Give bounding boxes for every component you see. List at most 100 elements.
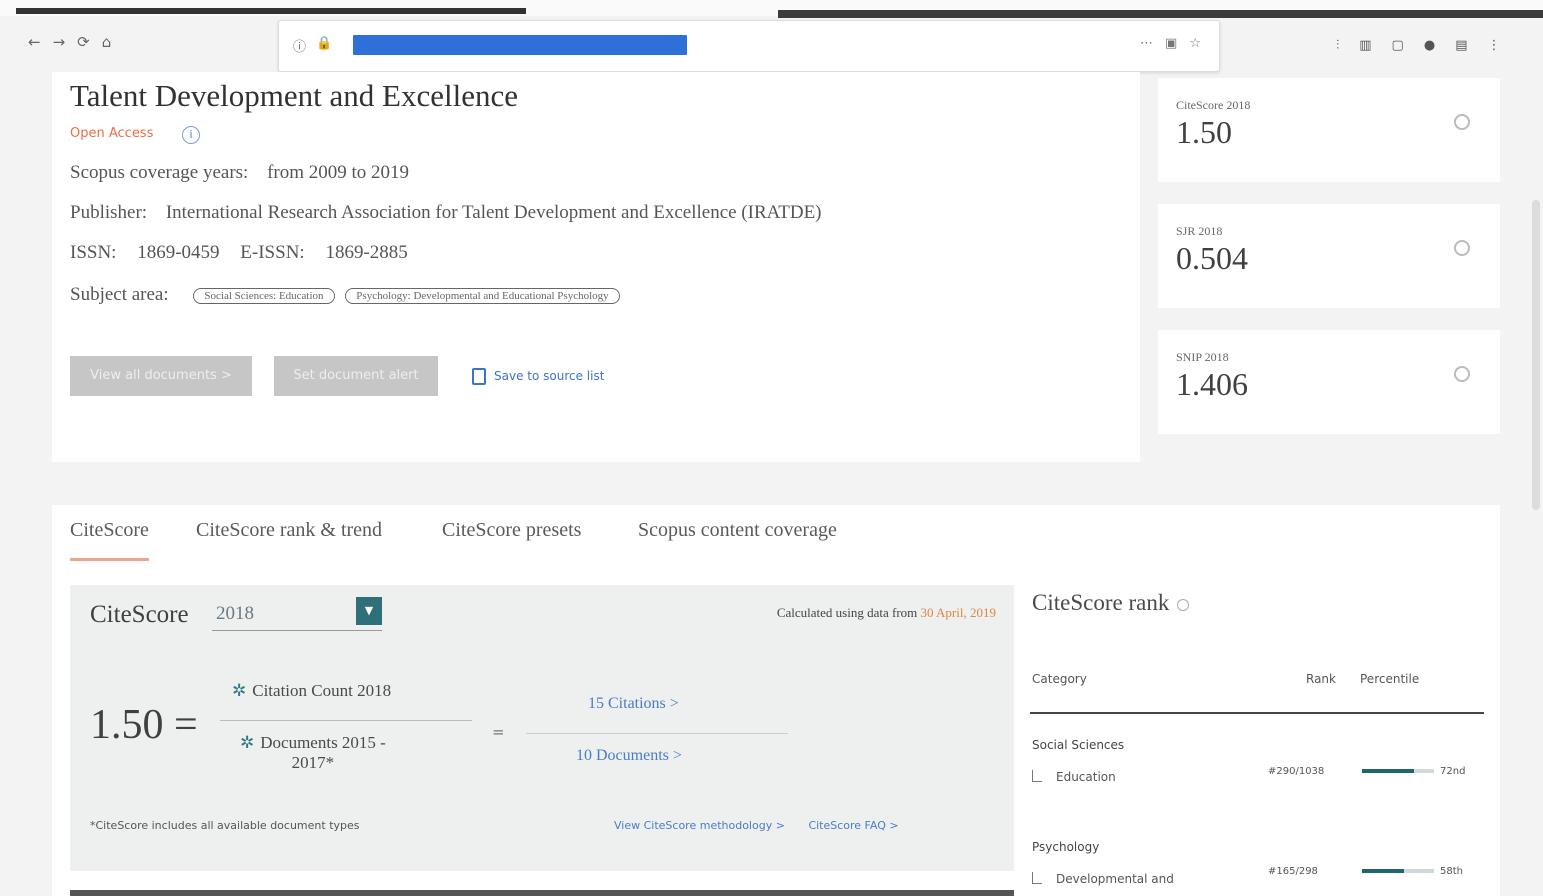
tab-scopus-content-coverage[interactable]: Scopus content coverage (638, 519, 837, 558)
citescore-footnote: *CiteScore includes all available docume… (90, 819, 360, 832)
library-icon[interactable]: ▥ (1359, 38, 1371, 53)
lock-icon[interactable]: 🔒 (316, 36, 332, 55)
tree-branch-icon (1032, 770, 1042, 782)
citescore-calculation-panel: CiteScore 2018 ▼ Calculated using data f… (70, 585, 1014, 871)
citescore-big-value: 1.50 = (90, 701, 198, 749)
metric-card-sjr: SJR 2018 0.504 (1158, 204, 1500, 308)
rank-subcategory: Developmental and (1032, 872, 1174, 886)
account-icon[interactable]: ● (1424, 38, 1435, 53)
bookmark-star-icon[interactable]: ☆ (1189, 36, 1201, 51)
home-icon[interactable]: ⌂ (102, 33, 112, 51)
citescore-value: 1.50 (90, 702, 164, 748)
journal-title: Talent Development and Excellence (70, 78, 518, 113)
page-scrollbar[interactable] (1532, 200, 1540, 510)
documents-link[interactable]: 10 Documents > (576, 747, 682, 765)
rank-subcategory-text: Education (1056, 770, 1116, 784)
footer-links: View CiteScore methodology > CiteScore F… (614, 819, 919, 832)
documents-label: ✲ Documents 2015 - 2017* (240, 733, 386, 773)
extension-icon[interactable]: ▤ (1455, 38, 1467, 53)
tab-bar-segment (16, 8, 526, 14)
publisher-value: International Research Association for T… (165, 202, 822, 223)
metric-info-icon[interactable] (1454, 114, 1470, 130)
percentile-value: 58th (1440, 866, 1463, 877)
denominator-text-1: Documents 2015 - (260, 733, 386, 752)
calculation-date: Calculated using data from 30 April, 201… (777, 605, 996, 621)
citescore-title: CiteScore (90, 601, 189, 628)
rank-col-percentile: Percentile (1360, 672, 1420, 686)
percentile-bar (1362, 869, 1434, 873)
open-access-badge: Open Access (70, 126, 154, 141)
info-icon[interactable]: ⓘ (293, 36, 306, 55)
equals-sign-small: = (492, 723, 505, 741)
view-all-documents-button[interactable]: View all documents > (70, 356, 252, 396)
year-select-value: 2018 (216, 603, 254, 624)
subject-chip-education[interactable]: Social Sciences: Education (193, 287, 335, 304)
open-access-info-icon[interactable]: i (182, 126, 200, 144)
equals-sign: = (174, 702, 198, 748)
subject-line: Subject area: Social Sciences: Education… (70, 284, 620, 306)
rank-value: #165/298 (1268, 866, 1318, 877)
tab-citescore[interactable]: CiteScore (70, 519, 149, 561)
metric-info-icon[interactable] (1454, 366, 1470, 382)
subject-label: Subject area: (70, 284, 169, 305)
issn-line: ISSN: 1869-0459 E-ISSN: 1869-2885 (70, 242, 408, 264)
metric-label: SNIP 2018 (1176, 350, 1229, 364)
percentile-value: 72nd (1440, 766, 1466, 777)
year-select[interactable]: 2018 ▼ (212, 597, 382, 631)
forward-icon[interactable]: → (53, 33, 66, 51)
metric-value: 1.50 (1176, 114, 1232, 150)
eissn-label: E-ISSN: (240, 242, 305, 263)
percentile-bar-fill (1362, 869, 1404, 873)
tree-branch-icon (1032, 872, 1042, 884)
issn-label: ISSN: (70, 242, 117, 263)
rank-category: Psychology (1032, 840, 1100, 854)
chevron-down-icon[interactable]: ▼ (356, 597, 382, 625)
value-divider (526, 733, 788, 734)
citescore-rank-title: CiteScore rank (1032, 590, 1190, 616)
save-to-source-list-link[interactable]: Save to source list (472, 368, 604, 385)
tab-citescore-rank-trend[interactable]: CiteScore rank & trend (196, 519, 382, 558)
coverage-value: from 2009 to 2019 (267, 162, 410, 183)
faq-link[interactable]: CiteScore FAQ > (808, 819, 898, 832)
journal-header: Talent Development and Excellence Open A… (52, 72, 1140, 462)
metric-card-citescore: CiteScore 2018 1.50 (1158, 78, 1500, 182)
citation-count-label: ✲ Citation Count 2018 (232, 681, 391, 701)
percentile-bar-fill (1362, 769, 1414, 773)
percentile-bar (1362, 769, 1434, 773)
tab-citescore-presets[interactable]: CiteScore presets (442, 519, 581, 558)
browser-nav: ← → ⟳ ⌂ (28, 33, 111, 51)
selected-url-text[interactable] (353, 35, 687, 55)
eissn-value: 1869-2885 (325, 242, 408, 263)
browser-tab-strip (0, 0, 1543, 18)
issn-value: 1869-0459 (137, 242, 220, 263)
panel-bottom-border (70, 890, 1014, 896)
gear-icon: ✲ (232, 681, 247, 700)
page-actions-icon[interactable]: ⋯ (1140, 36, 1153, 51)
rank-value: #290/1038 (1268, 766, 1325, 777)
reload-icon[interactable]: ⟳ (77, 33, 90, 51)
rank-title-text: CiteScore rank (1032, 590, 1170, 615)
subject-chip-psychology[interactable]: Psychology: Developmental and Educationa… (345, 287, 620, 304)
pocket-icon[interactable]: ▣ (1165, 36, 1177, 51)
menu-icon[interactable]: ⋮ (1487, 38, 1500, 53)
coverage-line: Scopus coverage years: from 2009 to 2019 (70, 162, 409, 184)
rank-subcategory-text: Developmental and (1056, 872, 1174, 886)
calc-date-value: 30 April, 2019 (920, 605, 996, 620)
rank-info-icon[interactable] (1177, 598, 1190, 611)
numerator-text: Citation Count 2018 (252, 681, 392, 700)
fraction-divider (220, 720, 472, 721)
sidebar-icon[interactable]: ▢ (1392, 38, 1404, 53)
set-document-alert-button[interactable]: Set document alert (274, 356, 438, 396)
metric-value: 0.504 (1176, 240, 1248, 276)
coverage-label: Scopus coverage years: (70, 162, 249, 183)
save-list-icon (472, 368, 486, 385)
methodology-link[interactable]: View CiteScore methodology > (614, 819, 785, 832)
downloads-icon[interactable]: ⫶ (1336, 38, 1339, 53)
citations-link[interactable]: 15 Citations > (588, 695, 679, 713)
browser-toolbar: ⫶ ▥ ▢ ● ▤ ⋮ (1336, 38, 1500, 53)
rank-header-rule (1030, 712, 1484, 714)
rank-category: Social Sciences (1032, 738, 1125, 752)
address-bar[interactable]: ⓘ 🔒 ⋯ ▣ ☆ (278, 20, 1220, 72)
back-icon[interactable]: ← (28, 33, 41, 51)
metric-info-icon[interactable] (1454, 240, 1470, 256)
